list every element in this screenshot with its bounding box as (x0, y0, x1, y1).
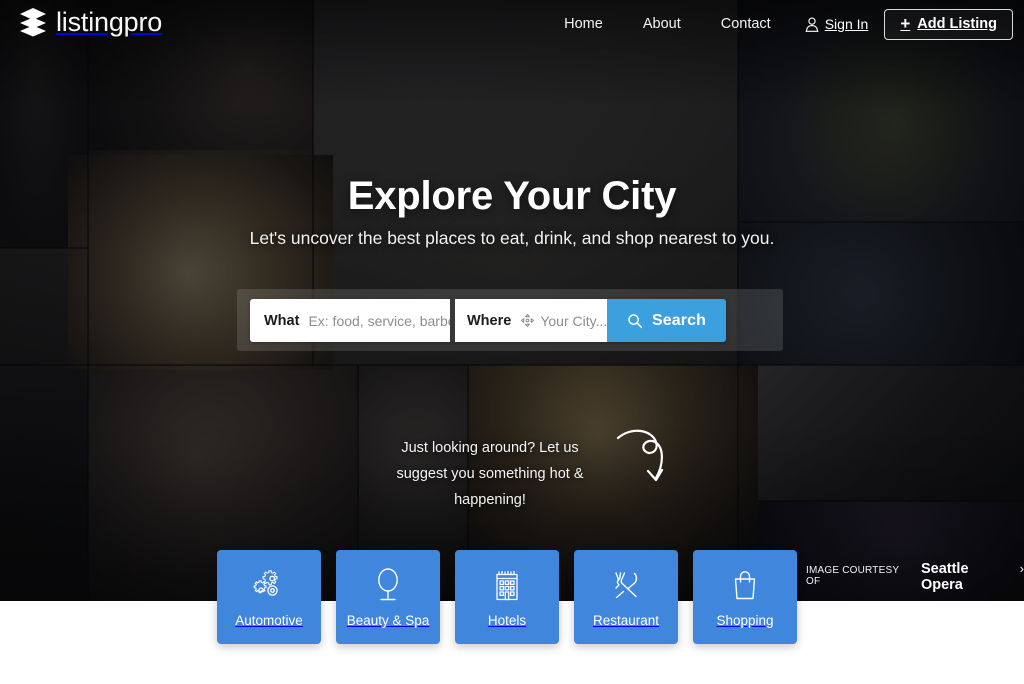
sign-in-label: Sign In (824, 16, 869, 32)
building-icon (490, 567, 524, 603)
what-label: What (264, 312, 300, 329)
user-icon (805, 17, 819, 32)
plus-icon: + (900, 14, 911, 33)
category-tile-shopping[interactable]: Shopping (693, 550, 797, 644)
image-credit-prefix: IMAGE COURTESY OF (806, 565, 900, 587)
hero-content: Explore Your City Let's uncover the best… (0, 0, 1024, 601)
hero-section: listingpro Home About Contact Sign In + … (0, 0, 1024, 601)
magnifier-icon (627, 313, 643, 329)
layers-stack-icon (18, 6, 48, 38)
nav-about[interactable]: About (623, 0, 701, 48)
add-listing-button[interactable]: + Add Listing (884, 8, 1013, 40)
category-tile-restaurant[interactable]: Restaurant (574, 550, 678, 644)
site-header: listingpro Home About Contact Sign In + … (0, 0, 1024, 48)
search-button[interactable]: Search (607, 299, 726, 342)
where-label: Where (467, 312, 512, 329)
category-tile-hotels[interactable]: Hotels (455, 550, 559, 644)
category-label: Restaurant (592, 613, 660, 628)
site-logo[interactable]: listingpro (18, 6, 162, 38)
vanity-mirror-icon (371, 567, 405, 603)
shopping-bag-icon (728, 567, 762, 603)
image-credit-badge[interactable]: IMAGE COURTESY OF Seattle Opera › (806, 561, 1024, 593)
category-label: Hotels (487, 613, 527, 628)
fork-knife-icon (609, 567, 643, 603)
category-label: Automotive (235, 613, 303, 628)
hero-subtitle: Let's uncover the best places to eat, dr… (249, 228, 775, 248)
search-what-field[interactable]: What (250, 299, 450, 342)
category-tiles: Automotive Beauty & Spa Hotels Restauran… (217, 550, 807, 644)
add-listing-label: Add Listing (917, 16, 997, 32)
category-label: Beauty & Spa (346, 613, 430, 628)
sign-in-link[interactable]: Sign In (791, 16, 885, 32)
logo-text: listingpro (56, 6, 163, 37)
image-credit-name: Seattle Opera (920, 561, 969, 593)
nav-home[interactable]: Home (544, 0, 623, 48)
main-navigation: Home About Contact Sign In + Add Listing (544, 0, 1013, 48)
search-where-field[interactable]: Where (455, 299, 607, 342)
category-tile-automotive[interactable]: Automotive (217, 550, 321, 644)
search-form: What Where (250, 299, 726, 342)
chevron-right-icon: › (1019, 561, 1024, 576)
category-label: Shopping (716, 613, 774, 628)
curly-arrow-down-icon (612, 428, 674, 494)
locate-crosshair-icon[interactable] (520, 313, 535, 328)
suggest-tagline: Just looking around? Let us suggest you … (396, 440, 584, 508)
search-button-label: Search (652, 311, 706, 329)
search-what-input[interactable] (308, 312, 450, 329)
category-tile-beauty-spa[interactable]: Beauty & Spa (336, 550, 440, 644)
search-where-input[interactable] (540, 312, 607, 329)
nav-contact[interactable]: Contact (701, 0, 791, 48)
gears-icon (252, 567, 286, 603)
page-title: Explore Your City (347, 174, 677, 218)
